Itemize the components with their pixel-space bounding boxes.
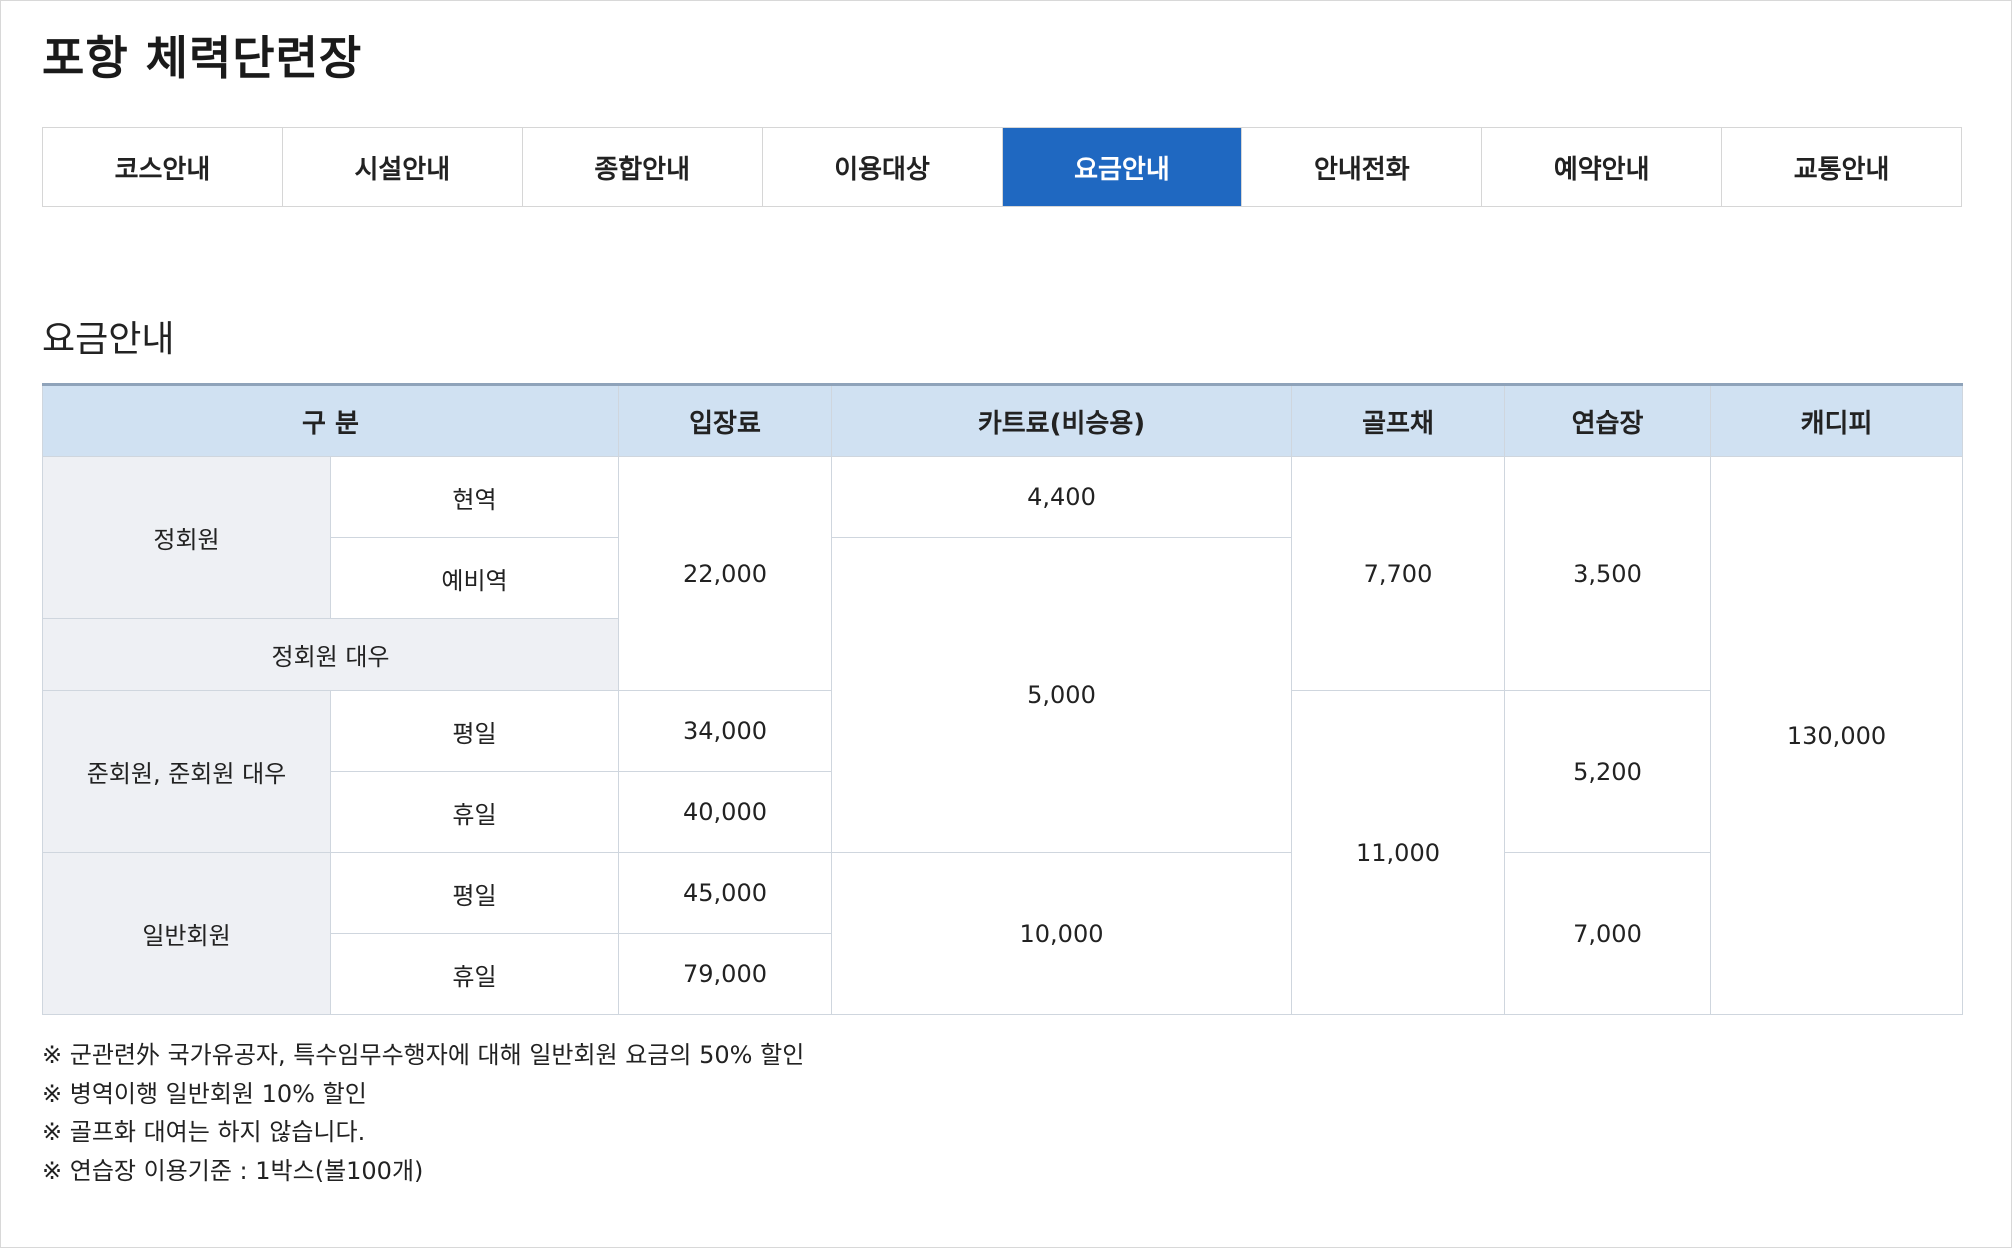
general-holiday-label: 휴일 bbox=[330, 933, 619, 1015]
associate-weekday-label: 평일 bbox=[330, 690, 619, 772]
regular-entry-fee: 22,000 bbox=[618, 456, 832, 691]
regular-member-label: 정회원 bbox=[42, 456, 331, 619]
tab-course-info[interactable]: 코스안내 bbox=[43, 128, 282, 206]
associate-holiday-entry: 40,000 bbox=[618, 771, 832, 853]
header-entry-fee: 입장료 bbox=[618, 384, 832, 457]
lower-clubs-fee: 11,000 bbox=[1291, 690, 1505, 1015]
tab-phone-info[interactable]: 안내전화 bbox=[1241, 128, 1481, 206]
active-duty-label: 현역 bbox=[330, 456, 619, 538]
associate-holiday-label: 휴일 bbox=[330, 771, 619, 853]
caddie-fee: 130,000 bbox=[1710, 456, 1963, 1015]
fee-table: 구 분 입장료 카트료(비승용) 골프채 연습장 캐디피 정회원 현역 22,0… bbox=[42, 383, 1963, 1015]
tab-eligible-users[interactable]: 이용대상 bbox=[761, 128, 1002, 206]
shared-cart-fee: 5,000 bbox=[831, 537, 1292, 853]
associate-member-label: 준회원, 준회원 대우 bbox=[42, 690, 331, 853]
note-no-shoe-rental: ※ 골프화 대여는 하지 않습니다. bbox=[42, 1118, 366, 1146]
note-discount-merit: ※ 군관련外 국가유공자, 특수임무수행자에 대해 일반회원 요금의 50% 할… bbox=[42, 1041, 805, 1069]
notes-list: ※ 군관련外 국가유공자, 특수임무수행자에 대해 일반회원 요금의 50% 할… bbox=[42, 1036, 804, 1190]
header-cart-fee: 카트료(비승용) bbox=[831, 384, 1292, 457]
tab-bar: 코스안내 시설안내 종합안내 이용대상 요금안내 안내전화 예약안내 교통안내 bbox=[42, 127, 1962, 207]
tab-fee-info[interactable]: 요금안내 bbox=[1001, 128, 1242, 206]
regular-equivalent-label: 정회원 대우 bbox=[42, 618, 619, 691]
header-category: 구 분 bbox=[42, 384, 619, 457]
section-title: 요금안내 bbox=[42, 319, 175, 360]
general-member-label: 일반회원 bbox=[42, 852, 331, 1015]
associate-weekday-entry: 34,000 bbox=[618, 690, 832, 772]
tab-general-info[interactable]: 종합안내 bbox=[521, 128, 762, 206]
table-header-row: 구 분 입장료 카트료(비승용) 골프채 연습장 캐디피 bbox=[42, 384, 1963, 457]
header-practice-range: 연습장 bbox=[1504, 384, 1711, 457]
general-practice-fee: 7,000 bbox=[1504, 852, 1711, 1015]
general-weekday-entry: 45,000 bbox=[618, 852, 832, 934]
reserve-label: 예비역 bbox=[330, 537, 619, 619]
page-title: 포항 체력단련장 bbox=[42, 31, 363, 85]
tab-transport-info[interactable]: 교통안내 bbox=[1721, 128, 1961, 206]
tab-facility-info[interactable]: 시설안내 bbox=[281, 128, 522, 206]
regular-practice-fee: 3,500 bbox=[1504, 456, 1711, 691]
regular-clubs-fee: 7,700 bbox=[1291, 456, 1505, 691]
tab-reservation-info[interactable]: 예약안내 bbox=[1481, 128, 1721, 206]
table-row: 정회원 현역 22,000 4,400 7,700 3,500 130,000 bbox=[42, 456, 1963, 1015]
header-golf-clubs: 골프채 bbox=[1291, 384, 1505, 457]
general-holiday-entry: 79,000 bbox=[618, 933, 832, 1015]
header-caddie-fee: 캐디피 bbox=[1710, 384, 1963, 457]
note-practice-standard: ※ 연습장 이용기준 : 1박스(볼100개) bbox=[42, 1156, 424, 1185]
associate-practice-fee: 5,200 bbox=[1504, 690, 1711, 853]
general-cart-fee: 10,000 bbox=[831, 852, 1292, 1015]
active-cart-fee: 4,400 bbox=[831, 456, 1292, 538]
general-weekday-label: 평일 bbox=[330, 852, 619, 934]
table-row: 일반회원 평일 45,000 10,000 7,000 bbox=[42, 852, 1963, 1015]
note-discount-service: ※ 병역이행 일반회원 10% 할인 bbox=[42, 1079, 367, 1108]
